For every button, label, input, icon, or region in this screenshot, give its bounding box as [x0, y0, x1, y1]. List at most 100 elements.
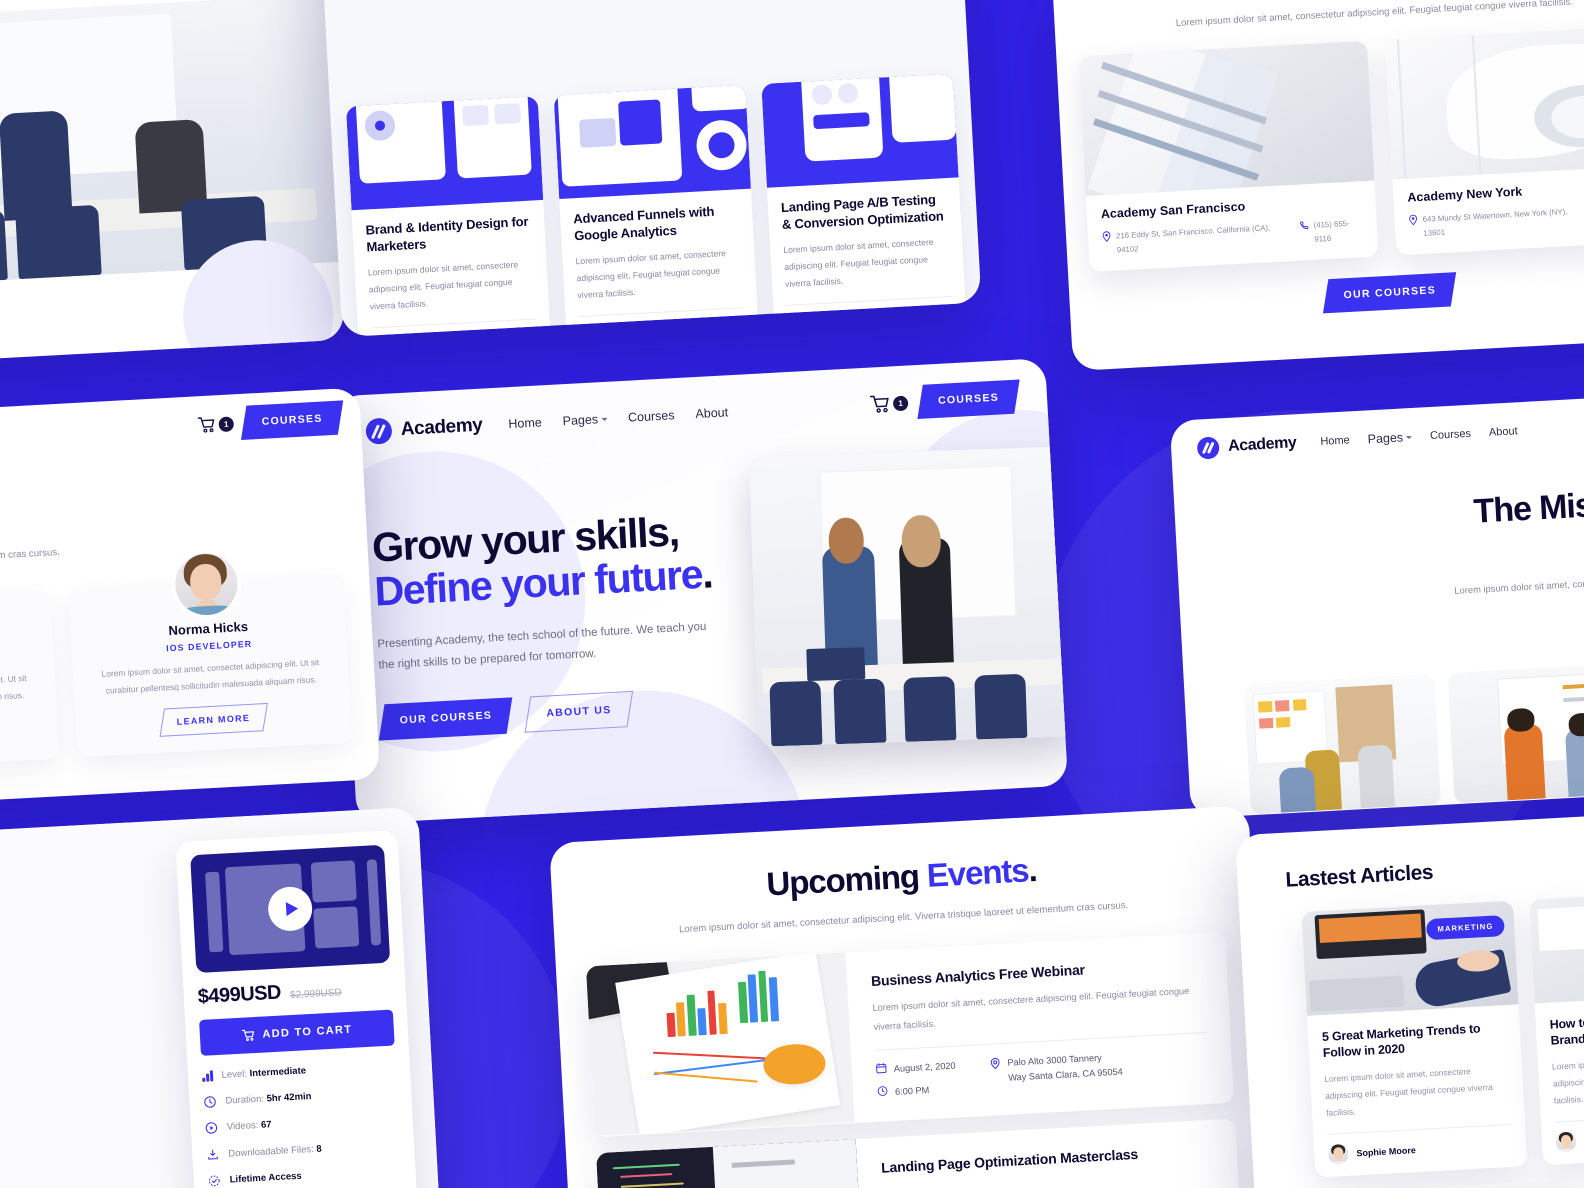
- cart-icon[interactable]: 1: [869, 394, 909, 414]
- showcase-stage: 1 COURSES: [0, 0, 1584, 1188]
- spec-level: Level: Intermediate: [202, 1058, 397, 1084]
- article-photo-desk: MARKETING: [1301, 900, 1519, 1016]
- event-photo-charts: [585, 952, 855, 1137]
- academy-logo-icon: [365, 417, 393, 445]
- nav-link-pages[interactable]: Pages: [1367, 430, 1413, 446]
- course-card[interactable]: Brand & Identity Design for Marketers Lo…: [345, 96, 552, 337]
- course-preview-video[interactable]: [190, 844, 391, 974]
- article-photo-branding: [1528, 888, 1584, 1004]
- hero-subtitle: Presenting Academy, the tech school of t…: [377, 620, 707, 672]
- video-icon: [205, 1122, 218, 1135]
- article-desc: Lorem ipsum dolor sit amet, consectere a…: [1324, 1066, 1493, 1118]
- brand-name: Academy: [400, 414, 483, 440]
- article-author: Sophie Moore: [1327, 1135, 1513, 1165]
- course-title: Advanced Funnels with Google Analytics: [572, 203, 715, 243]
- level-bars-icon: [202, 1070, 213, 1082]
- event-card[interactable]: Business Analytics Free Webinar Lorem ip…: [585, 932, 1235, 1138]
- course-desc: Lorem ipsum dolor sit amet, consectere a…: [575, 248, 727, 300]
- courses-button[interactable]: COURSES: [917, 379, 1020, 420]
- teacher-card[interactable]: Sophie Moore UI/UX DESIGNER Lorem ipsum …: [0, 589, 60, 774]
- article-card[interactable]: MARKETING 5 Great Marketing Trends to Fo…: [1301, 900, 1528, 1178]
- location-card[interactable]: Academy San Francisco 216 Eddy St, San F…: [1078, 40, 1379, 273]
- location-phone[interactable]: (415) 655-9116: [1299, 216, 1364, 247]
- article-title: 5 Great Marketing Trends to Follow in 20…: [1321, 1021, 1481, 1061]
- panel-mission: Academy Home Pages Courses About The Mis…: [1169, 387, 1584, 819]
- location-photo-ny: [1384, 24, 1584, 180]
- teacher-desc: Lorem ipsum dolor sit amet, consectet ad…: [0, 672, 27, 711]
- mission-photo-whiteboard: [1447, 663, 1584, 804]
- locations-cta-button[interactable]: OUR COURSES: [1322, 272, 1457, 314]
- article-tag: MARKETING: [1425, 915, 1505, 941]
- course-card-row: Brand & Identity Design for Marketers Lo…: [330, 73, 982, 337]
- hero-title: Grow your skills, Define your future.: [371, 491, 1027, 614]
- nav-link-home[interactable]: Home: [1320, 434, 1350, 448]
- spec-lifetime: Lifetime Access: [207, 1163, 402, 1188]
- panel-articles: Lastest Articles MARKETING 5 Great Marke…: [1235, 805, 1584, 1188]
- courses-button[interactable]: COURSES: [240, 400, 344, 440]
- mission-title-line1: The Mission Behind: [1472, 476, 1584, 531]
- article-card[interactable]: How to Build a Memorable Brand Lorem ips…: [1528, 888, 1584, 1165]
- course-thumbnail-design: [345, 96, 544, 211]
- course-title: Brand & Identity Design for Marketers: [365, 213, 529, 255]
- panel-hero: Academy Home Pages Courses About 1 COURS…: [333, 358, 1069, 824]
- location-address: 643 Mundy St Watertown, New York (NY), 1…: [1408, 204, 1584, 241]
- nav-link-pages[interactable]: Pages: [562, 412, 608, 428]
- avatar: [1327, 1143, 1349, 1165]
- hero-primary-button[interactable]: OUR COURSES: [378, 697, 513, 741]
- course-title: Landing Page A/B Testing & Conversion Op…: [780, 191, 944, 232]
- panel-teachers: 1 COURSES Teachers. amet, consectetur ad…: [0, 387, 381, 813]
- cart-icon[interactable]: 1: [197, 415, 235, 433]
- learn-more-button[interactable]: LEARN MORE: [159, 703, 268, 738]
- nav-link-about[interactable]: About: [695, 405, 728, 421]
- spec-duration: Duration: 5hr 42min: [203, 1085, 398, 1111]
- logo[interactable]: Academy: [365, 413, 483, 445]
- article-author: Sophie Moore: [1555, 1122, 1584, 1153]
- download-icon: [208, 1149, 218, 1160]
- course-desc: Lorem ipsum dolor sit amet, consectere a…: [367, 259, 519, 311]
- hero-secondary-button[interactable]: ABOUT US: [525, 691, 634, 733]
- location-photo-sf: [1078, 40, 1375, 197]
- event-desc: Lorem ipsum dolor sit amet, consectere a…: [872, 986, 1190, 1032]
- cart-badge: 1: [218, 415, 235, 432]
- event-date: August 2, 2020: [876, 1059, 956, 1078]
- brand-name: Academy: [1227, 434, 1297, 455]
- main-nav: Academy Home Pages Courses About 1 COURS…: [365, 379, 1020, 449]
- buy-card: $499USD $2,999USD ADD TO CART Level: Int…: [175, 830, 419, 1188]
- article-photo-calendar: PRODUCTIVITY: [1364, 1179, 1582, 1188]
- clock-icon: [877, 1085, 888, 1096]
- level-bars-icon: [579, 328, 590, 337]
- academy-logo-icon: [1196, 436, 1220, 460]
- article-card[interactable]: PRODUCTIVITY: [1364, 1179, 1582, 1188]
- location-address: 216 Eddy St, San Francisco, California (…: [1102, 220, 1285, 257]
- course-price: $399: [923, 306, 954, 323]
- course-level: Intermediate: [787, 314, 851, 328]
- course-price: $499USD: [197, 981, 282, 1009]
- nav-link-home[interactable]: Home: [508, 415, 542, 431]
- course-level: Advanced: [579, 326, 633, 337]
- avatar: [1555, 1131, 1577, 1153]
- panel-course-grid: Brand & Identity Design for Marketers Lo…: [318, 0, 982, 337]
- teacher-card[interactable]: Norma Hicks IOS DEVELOPER Lorem ipsum do…: [68, 546, 353, 758]
- nav-link-about[interactable]: About: [1489, 425, 1518, 439]
- calendar-icon: [876, 1062, 887, 1074]
- panel-course-detail: Brand & IdentityDesign for Marketers Lor…: [0, 806, 442, 1188]
- course-old-price: $2,999USD: [289, 987, 343, 1002]
- course-price: $399: [716, 317, 746, 334]
- article-title: How to Build a Memorable Brand: [1549, 1010, 1584, 1048]
- pin-icon: [990, 1057, 1000, 1070]
- location-card[interactable]: Academy New York 643 Mundy St Watertown,…: [1384, 24, 1584, 256]
- event-time: 6:00 PM: [877, 1081, 957, 1100]
- teacher-desc: Lorem ipsum dolor sit amet, consectet ad…: [101, 656, 320, 696]
- nav-link-courses[interactable]: Courses: [628, 408, 675, 424]
- badge-check-icon: [208, 1175, 220, 1187]
- cart-icon: [241, 1029, 254, 1042]
- level-bars-icon: [787, 317, 797, 328]
- nav-link-courses[interactable]: Courses: [1430, 428, 1472, 442]
- course-card[interactable]: Advanced Funnels with Google Analytics L…: [553, 84, 760, 337]
- course-thumbnail-landing: [761, 73, 959, 188]
- avatar: [168, 546, 243, 621]
- chevron-down-icon: [601, 417, 608, 422]
- add-to-cart-button[interactable]: ADD TO CART: [199, 1009, 395, 1056]
- course-card[interactable]: Landing Page A/B Testing & Conversion Op…: [761, 73, 967, 337]
- event-location: Palo Alto 3000 Tannery Way Santa Clara, C…: [989, 1050, 1123, 1087]
